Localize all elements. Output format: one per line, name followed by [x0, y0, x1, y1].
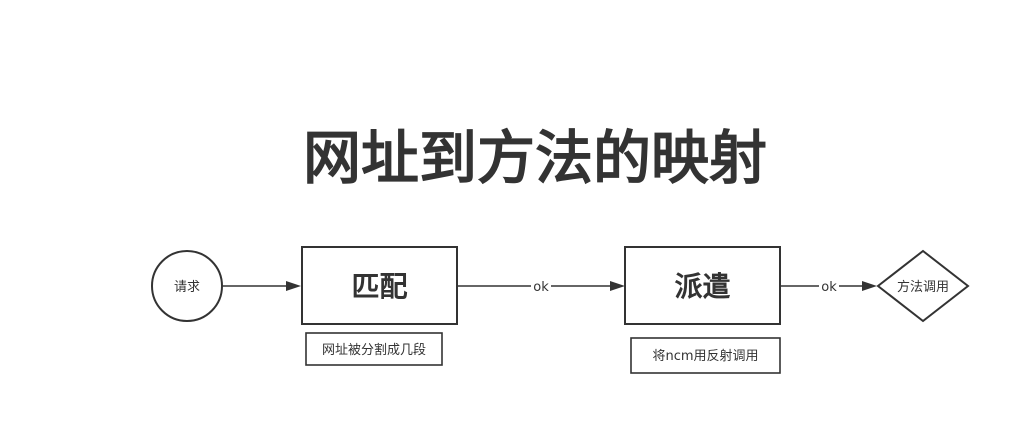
diagram-title: 网址到方法的映射: [303, 124, 767, 192]
node-request-label: 请求: [174, 280, 200, 295]
edge-label-ok: ok: [533, 280, 549, 295]
node-method-call: 方法调用: [876, 249, 970, 323]
arrowhead: [286, 281, 301, 291]
edge-label-ok: ok: [821, 280, 837, 295]
node-method-call-label: 方法调用: [897, 279, 949, 295]
note-match: 网址被分割成几段: [305, 332, 443, 366]
match-note-text: 网址被分割成几段: [322, 342, 426, 358]
edge-match-to-dispatch: ok: [457, 278, 625, 295]
edge-request-to-match: [222, 281, 301, 291]
node-request: 请求: [151, 250, 223, 322]
note-dispatch: 将ncm用反射调用: [630, 337, 781, 374]
node-match-label: 匹配: [351, 270, 407, 303]
edge-dispatch-to-method-call: ok: [780, 278, 877, 295]
flow-diagram: 网址到方法的映射 ok ok 请求 匹配 网址被分割成几段 派遣 将ncm用反射…: [151, 124, 970, 374]
node-dispatch-label: 派遣: [674, 270, 730, 303]
dispatch-note-text: 将ncm用反射调用: [652, 348, 758, 364]
node-dispatch: 派遣: [624, 246, 781, 325]
arrowhead: [862, 281, 877, 291]
node-match: 匹配: [301, 246, 458, 325]
arrowhead: [610, 281, 625, 291]
